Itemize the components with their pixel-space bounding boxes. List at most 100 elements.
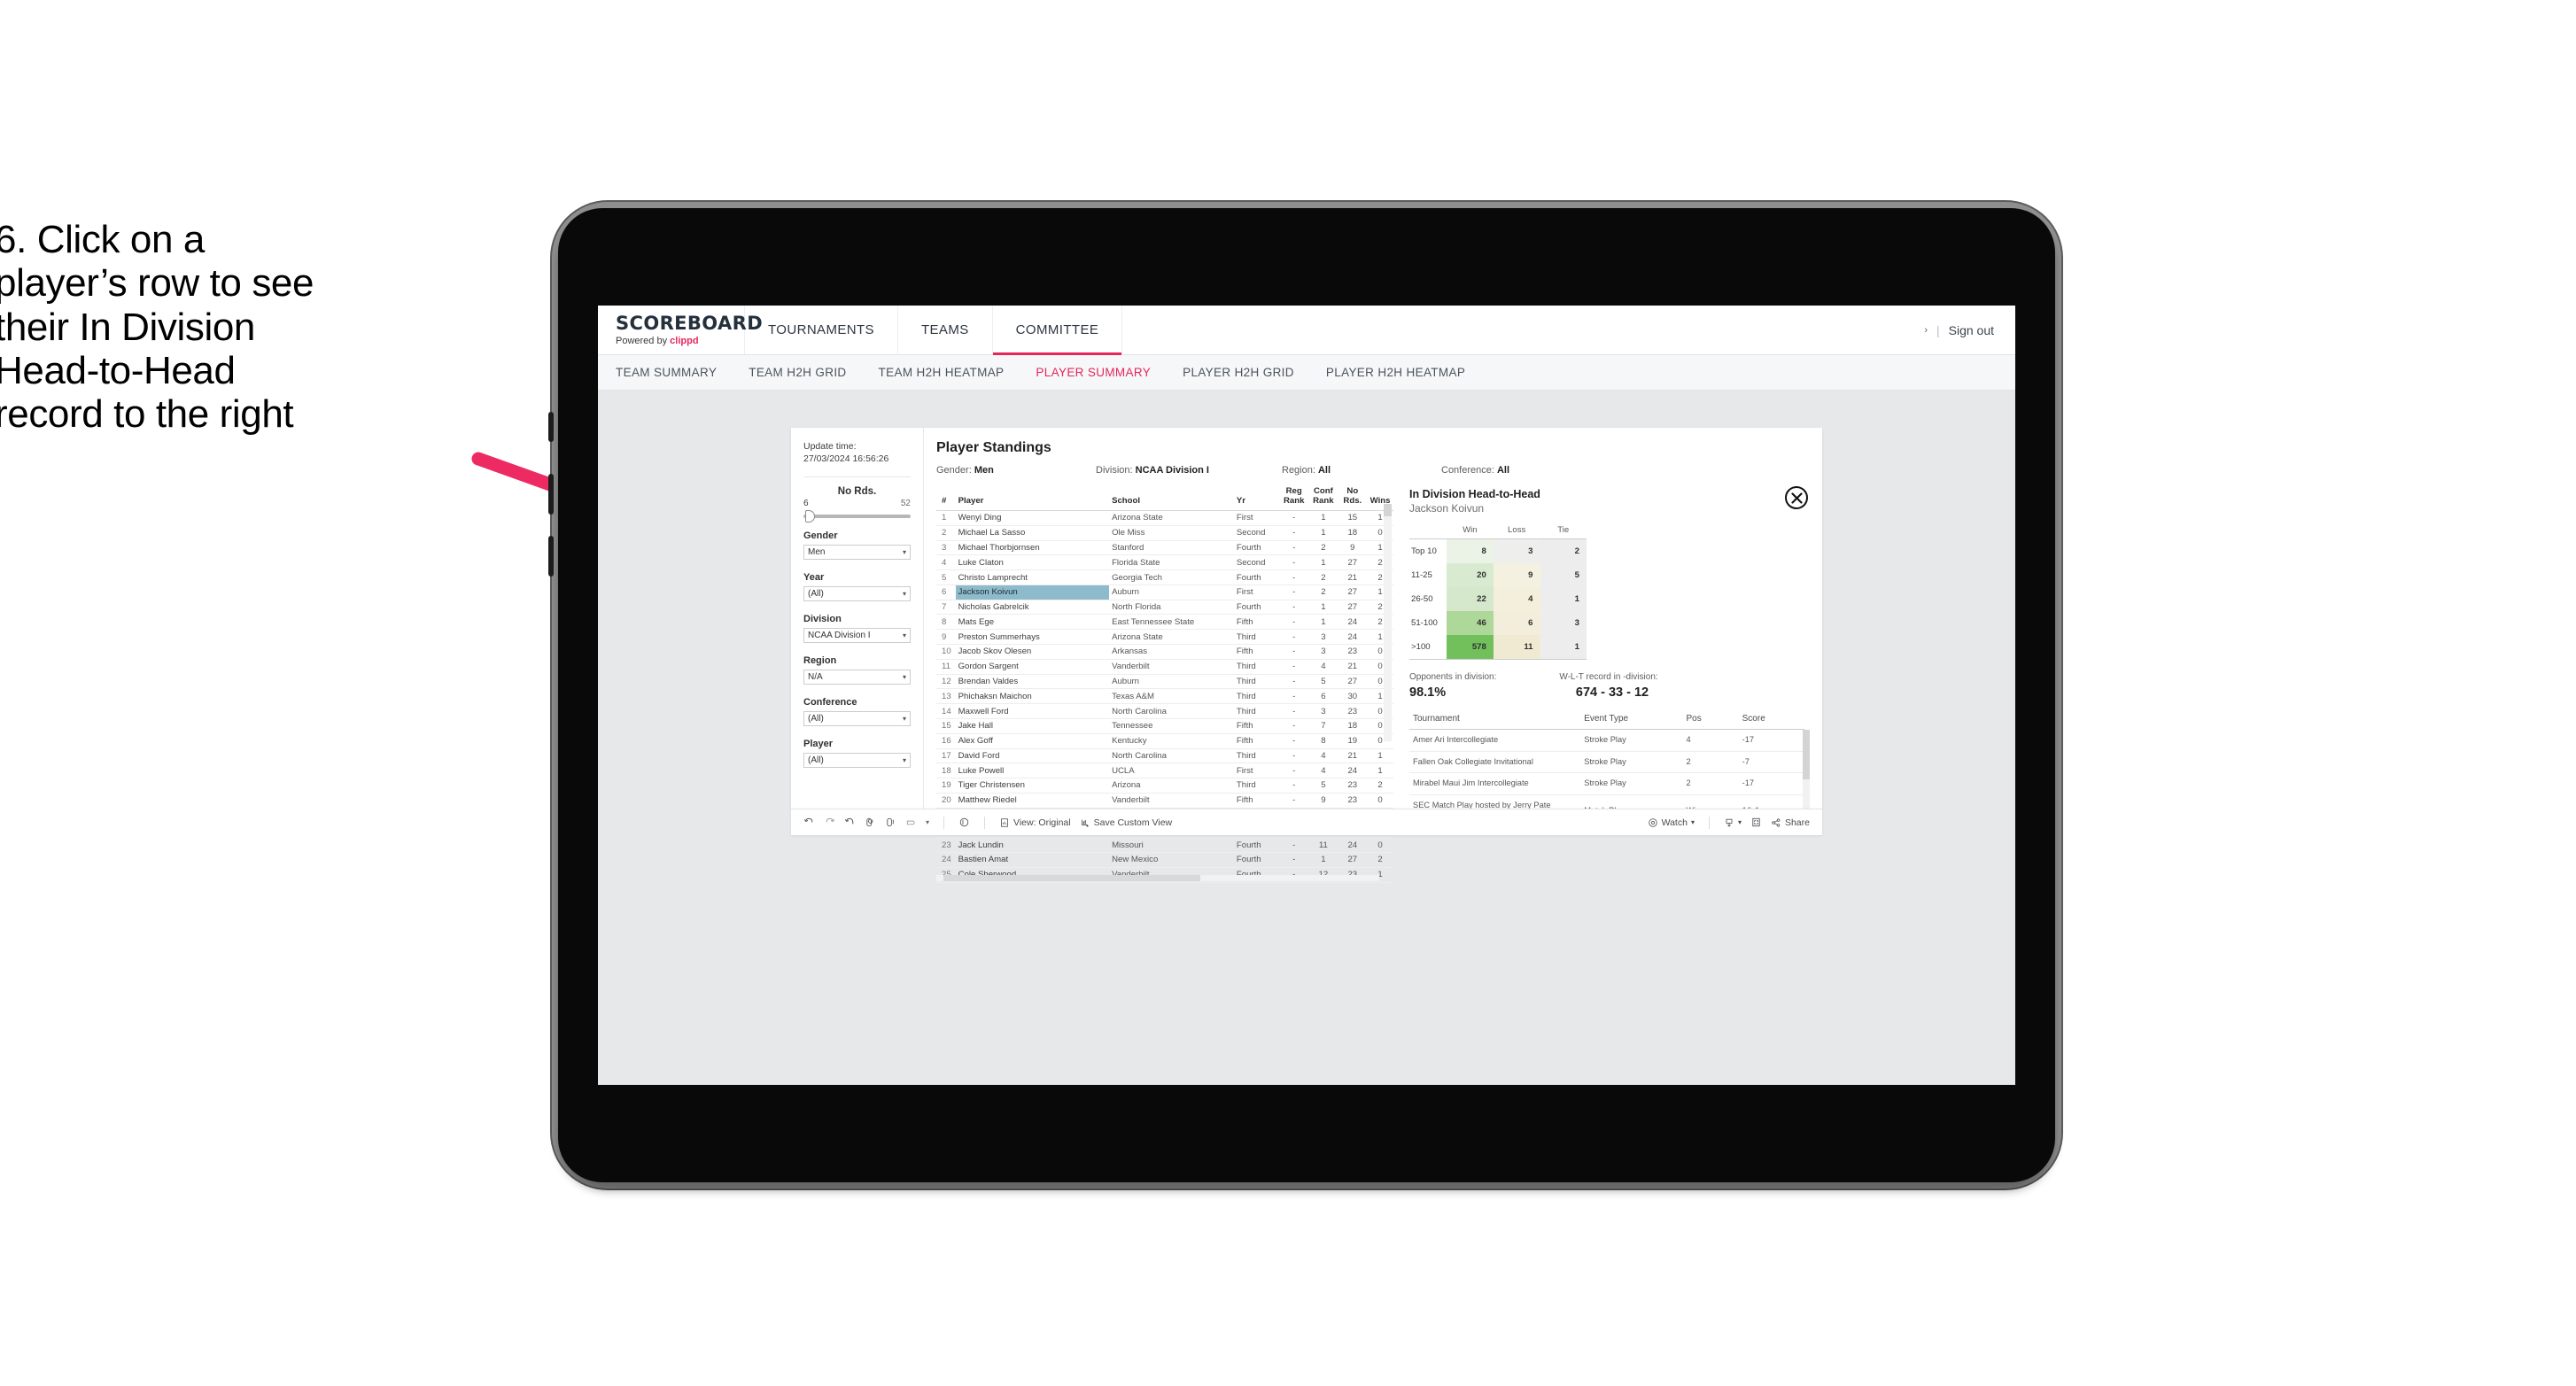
table-row[interactable]: 15 Jake Hall Tennessee Fifth -7 18 0 [936,718,1393,734]
tournament-row[interactable]: Mirabel Maui Jim Intercollegiate Stroke P… [1409,772,1804,795]
subnav-player-summary[interactable]: PLAYER SUMMARY [1036,366,1151,379]
cell-school: Arizona State [1109,510,1234,526]
table-row[interactable]: 2 Michael La Sasso Ole Miss Second -1 18 0 [936,525,1393,541]
heatmap-cell[interactable]: 1 [1540,635,1587,660]
heatmap-cell[interactable]: 1 [1540,587,1587,611]
subnav-player-h2h-heatmap[interactable]: PLAYER H2H HEATMAP [1326,366,1465,379]
table-row[interactable]: 12 Brendan Valdes Auburn Third -5 27 0 [936,674,1393,690]
col-no-rds[interactable]: No Rds. [1338,484,1368,511]
redo-icon[interactable] [824,817,835,828]
table-row[interactable]: 10 Jacob Skov Olesen Arkansas Fifth -3 23 0 [936,644,1393,660]
pause-refresh-icon[interactable] [958,817,970,828]
table-row[interactable]: 17 David Ford North Carolina Third -4 21 1 [936,748,1393,764]
heatmap-cell[interactable]: 11 [1493,635,1540,660]
heatmap-cell[interactable]: 4 [1493,587,1540,611]
table-row[interactable]: 11 Gordon Sargent Vanderbilt Third -4 21 0 [936,659,1393,675]
undo-icon[interactable] [803,817,815,828]
col-rank[interactable]: # [936,484,956,511]
heatmap-cell[interactable]: 9 [1493,563,1540,587]
heatmap-corner [1409,525,1447,539]
table-row[interactable]: 24 Bastien Amat New Mexico Fourth -1 27 2 [936,852,1393,868]
download-button[interactable]: ▾ [1724,817,1742,828]
table-row[interactable]: 14 Maxwell Ford North Carolina Third -3 23 0 [936,703,1393,719]
cell-school: Florida State [1109,554,1234,571]
filter-division-select[interactable]: NCAA Division I ▾ [803,628,911,644]
heatmap-cell[interactable]: 3 [1540,611,1587,635]
pause-data-icon[interactable] [885,817,896,828]
tour-col-pos[interactable]: Pos [1682,708,1739,730]
filter-gender-select[interactable]: Men ▾ [803,545,911,561]
table-row[interactable]: 1 Wenyi Ding Arizona State First -1 15 1 [936,510,1393,526]
topnav-committee[interactable]: COMMITTEE [992,306,1123,355]
filter-region-select[interactable]: N/A ▾ [803,670,911,685]
watch-button[interactable]: Watch ▾ [1648,817,1695,828]
table-row[interactable]: 4 Luke Claton Florida State Second -1 27 2 [936,554,1393,571]
highlight-dropdown-icon[interactable]: ▾ [926,818,929,826]
table-row[interactable]: 16 Alex Goff Kentucky Fifth -8 19 0 [936,733,1393,749]
topnav-teams[interactable]: TEAMS [898,306,993,354]
col-reg-rank[interactable]: Reg Rank [1279,484,1309,511]
cell-year: Third [1233,659,1280,675]
fullscreen-icon[interactable] [1750,817,1762,828]
subnav-team-summary[interactable]: TEAM SUMMARY [616,366,717,379]
sign-out-link[interactable]: Sign out [1949,323,1994,337]
brand-logo[interactable]: SCOREBOARD Powered by clippd [598,306,763,354]
vertical-scrollbar-thumb[interactable] [1384,504,1392,516]
tour-col-tournament[interactable]: Tournament [1409,708,1581,730]
view-original-button[interactable]: View: Original [999,817,1071,828]
cell-year: Third [1233,748,1280,764]
annotation-line: Head-to-Head [0,348,236,392]
table-row[interactable]: 9 Preston Summerhays Arizona State Third -3 2… [936,629,1393,646]
table-row[interactable]: 20 Matthew Riedel Vanderbilt Fifth -9 23 0 [936,793,1393,809]
filter-conference-select[interactable]: (All) ▾ [803,711,911,727]
chevron-right-icon[interactable]: › [1924,325,1928,336]
subnav-team-h2h-heatmap[interactable]: TEAM H2H HEATMAP [879,366,1005,379]
horizontal-scrollbar-thumb[interactable] [943,874,1200,881]
col-no-rds-line1: No [1346,486,1359,496]
tournament-scrollbar-thumb[interactable] [1803,730,1810,779]
table-row[interactable]: 13 Phichaksn Maichon Texas A&M Third -6 30 1 [936,688,1393,705]
table-row[interactable]: 18 Luke Powell UCLA First -4 24 1 [936,763,1393,779]
col-player[interactable]: Player [955,484,1110,511]
filter-year-select[interactable]: (All) ▾ [803,586,911,602]
subnav-player-h2h-grid[interactable]: PLAYER H2H GRID [1183,366,1294,379]
heatmap-cell[interactable]: 6 [1493,611,1540,635]
close-icon[interactable] [1785,486,1808,509]
cell-player: Phichaksn Maichon [955,688,1110,705]
heatmap-cell[interactable]: 2 [1540,538,1587,563]
heatmap-cell[interactable]: 22 [1446,587,1494,611]
table-row[interactable]: 19 Tiger Christensen Arizona Third -5 23 2 [936,778,1393,794]
slider-handle[interactable] [805,510,815,523]
table-row[interactable]: 5 Christo Lamprecht Georgia Tech Fourth -2 21… [936,569,1393,585]
tournament-row[interactable]: Fallen Oak Collegiate Invitational Stroke… [1409,751,1804,774]
download-dropdown-icon[interactable]: ▾ [1738,818,1742,826]
table-row[interactable]: 3 Michael Thorbjornsen Stanford Fourth -2 9 1 [936,540,1393,556]
highlight-icon[interactable] [905,817,917,828]
subnav-team-h2h-grid[interactable]: TEAM H2H GRID [749,366,846,379]
heatmap-cell[interactable]: 46 [1446,611,1494,635]
heatmap-cell[interactable]: 8 [1446,538,1494,563]
table-row[interactable]: 6 Jackson Koivun Auburn First -2 27 1 [936,585,1393,600]
brand-subtitle: Powered by clippd [616,336,744,346]
col-school[interactable]: School [1109,484,1234,511]
col-conf-rank[interactable]: Conf Rank [1308,484,1338,511]
heatmap-cell[interactable]: 578 [1446,635,1494,660]
table-row[interactable]: 7 Nicholas Gabrelcik North Florida Fourth -1… [936,600,1393,616]
share-button[interactable]: Share [1771,817,1810,828]
tour-col-event-type[interactable]: Event Type [1580,708,1683,730]
col-yr[interactable]: Yr [1233,484,1280,511]
no-rounds-slider[interactable] [803,510,911,523]
topnav-tournaments[interactable]: TOURNAMENTS [745,306,898,354]
heatmap-cell[interactable]: 5 [1540,563,1587,587]
save-custom-view-button[interactable]: Save Custom View [1080,817,1172,828]
table-row[interactable]: 23 Jack Lundin Missouri Fourth -11 24 0 [936,837,1393,853]
refresh-data-icon[interactable] [865,817,876,828]
table-row[interactable]: 8 Mats Ege East Tennessee State Fifth -1 24 2 [936,614,1393,631]
tournament-row[interactable]: Amer Ari Intercollegiate Stroke Play 4 -17 [1409,729,1804,752]
tour-col-score[interactable]: Score [1738,708,1804,730]
heatmap-cell[interactable]: 3 [1493,538,1540,563]
heatmap-cell[interactable]: 20 [1446,563,1494,587]
revert-icon[interactable] [844,817,856,828]
filter-player-select[interactable]: (All) ▾ [803,753,911,769]
watch-dropdown-icon[interactable]: ▾ [1691,818,1695,826]
